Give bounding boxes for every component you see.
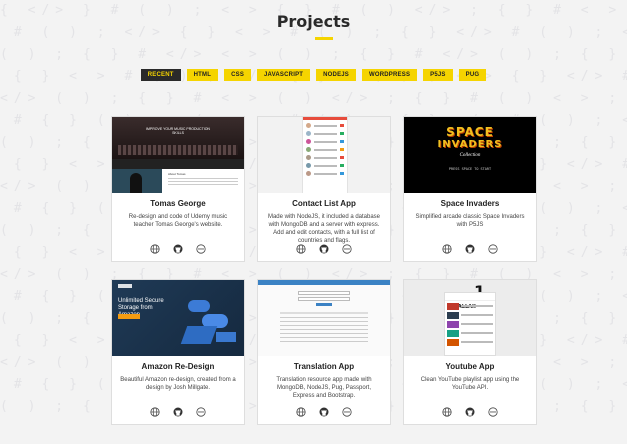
more-icon[interactable] (488, 244, 498, 254)
project-card[interactable]: Contact List App Made with NodeJS, it in… (257, 116, 391, 262)
filter-recent[interactable]: RECENT (140, 69, 181, 81)
more-icon[interactable] (342, 407, 352, 417)
github-icon[interactable] (319, 407, 329, 417)
project-thumbnail[interactable]: 1 PARALLAX (404, 280, 536, 356)
thumb-line1: SPACE (446, 125, 494, 139)
thumb-line2: INVADERS (437, 139, 503, 150)
github-icon[interactable] (465, 244, 475, 254)
globe-icon[interactable] (442, 407, 452, 417)
project-title: Youtube App (445, 362, 495, 371)
project-description: Made with NodeJS, it included a database… (267, 214, 381, 244)
filter-html[interactable]: HTML (186, 69, 219, 81)
github-icon[interactable] (173, 407, 183, 417)
project-title: Tomas George (150, 199, 206, 208)
project-thumbnail[interactable]: Unlimited Secure Storage from Amazon (112, 280, 244, 356)
globe-icon[interactable] (150, 244, 160, 254)
project-links (112, 244, 244, 254)
more-icon[interactable] (488, 407, 498, 417)
project-title: Contact List App (292, 199, 356, 208)
project-description: Translation resource app made with Mongo… (276, 377, 372, 399)
github-icon[interactable] (465, 407, 475, 417)
project-links (258, 407, 390, 417)
filter-css[interactable]: CSS (224, 69, 252, 81)
project-card[interactable]: IMPROVE YOUR MUSIC PRODUCTION SKILLS Abo… (111, 116, 245, 262)
project-card[interactable]: 1 PARALLAX Youtube App Clean YouTube pla… (403, 279, 537, 425)
project-thumbnail[interactable]: SPACE INVADERS Collection PRESS SPACE TO… (404, 117, 536, 193)
project-description: Beautiful Amazon re-design, created from… (120, 377, 236, 391)
thumb-press: PRESS SPACE TO START (448, 167, 492, 171)
thumb-hero: IMPROVE YOUR MUSIC PRODUCTION SKILLS (112, 117, 244, 159)
project-card[interactable]: SPACE INVADERS Collection PRESS SPACE TO… (403, 116, 537, 262)
more-icon[interactable] (196, 244, 206, 254)
filter-javascript[interactable]: JAVASCRIPT (257, 69, 311, 81)
project-thumbnail[interactable]: IMPROVE YOUR MUSIC PRODUCTION SKILLS Abo… (112, 117, 244, 193)
globe-icon[interactable] (442, 244, 452, 254)
project-title: Translation App (293, 362, 355, 371)
project-links (112, 407, 244, 417)
globe-icon[interactable] (150, 407, 160, 417)
more-icon[interactable] (196, 407, 206, 417)
filter-bar: RECENT HTML CSS JAVASCRIPT NODEJS WORDPR… (0, 69, 627, 81)
project-description: Re-design and code of Udemy music teache… (128, 214, 228, 228)
project-card[interactable]: Unlimited Secure Storage from Amazon Ama… (111, 279, 245, 425)
thumb-headline: IMPROVE YOUR MUSIC PRODUCTION SKILLS (146, 127, 210, 135)
project-title: Amazon Re-Design (141, 362, 215, 371)
github-icon[interactable] (319, 244, 329, 254)
project-thumbnail[interactable] (258, 280, 390, 356)
more-icon[interactable] (342, 244, 352, 254)
project-links (258, 244, 390, 254)
thumb-caption: About Tomas (168, 172, 186, 176)
project-card[interactable]: Translation App Translation resource app… (257, 279, 391, 425)
title-underline (315, 37, 333, 40)
filter-p5js[interactable]: P5JS (423, 69, 453, 81)
project-title: Space Invaders (440, 199, 500, 208)
filter-wordpress[interactable]: WORDPRESS (362, 69, 418, 81)
project-description: Simplified arcade classic Space Invaders… (415, 214, 525, 228)
thumb-line3: Collection (459, 153, 481, 158)
project-links (404, 407, 536, 417)
globe-icon[interactable] (296, 244, 306, 254)
project-description: Clean YouTube playlist app using the You… (420, 377, 520, 391)
filter-nodejs[interactable]: NODEJS (316, 69, 357, 81)
project-links (404, 244, 536, 254)
github-icon[interactable] (173, 244, 183, 254)
page-title: Projects (276, 12, 351, 31)
filter-pug[interactable]: PUG (458, 69, 487, 81)
project-thumbnail[interactable] (258, 117, 390, 193)
globe-icon[interactable] (296, 407, 306, 417)
